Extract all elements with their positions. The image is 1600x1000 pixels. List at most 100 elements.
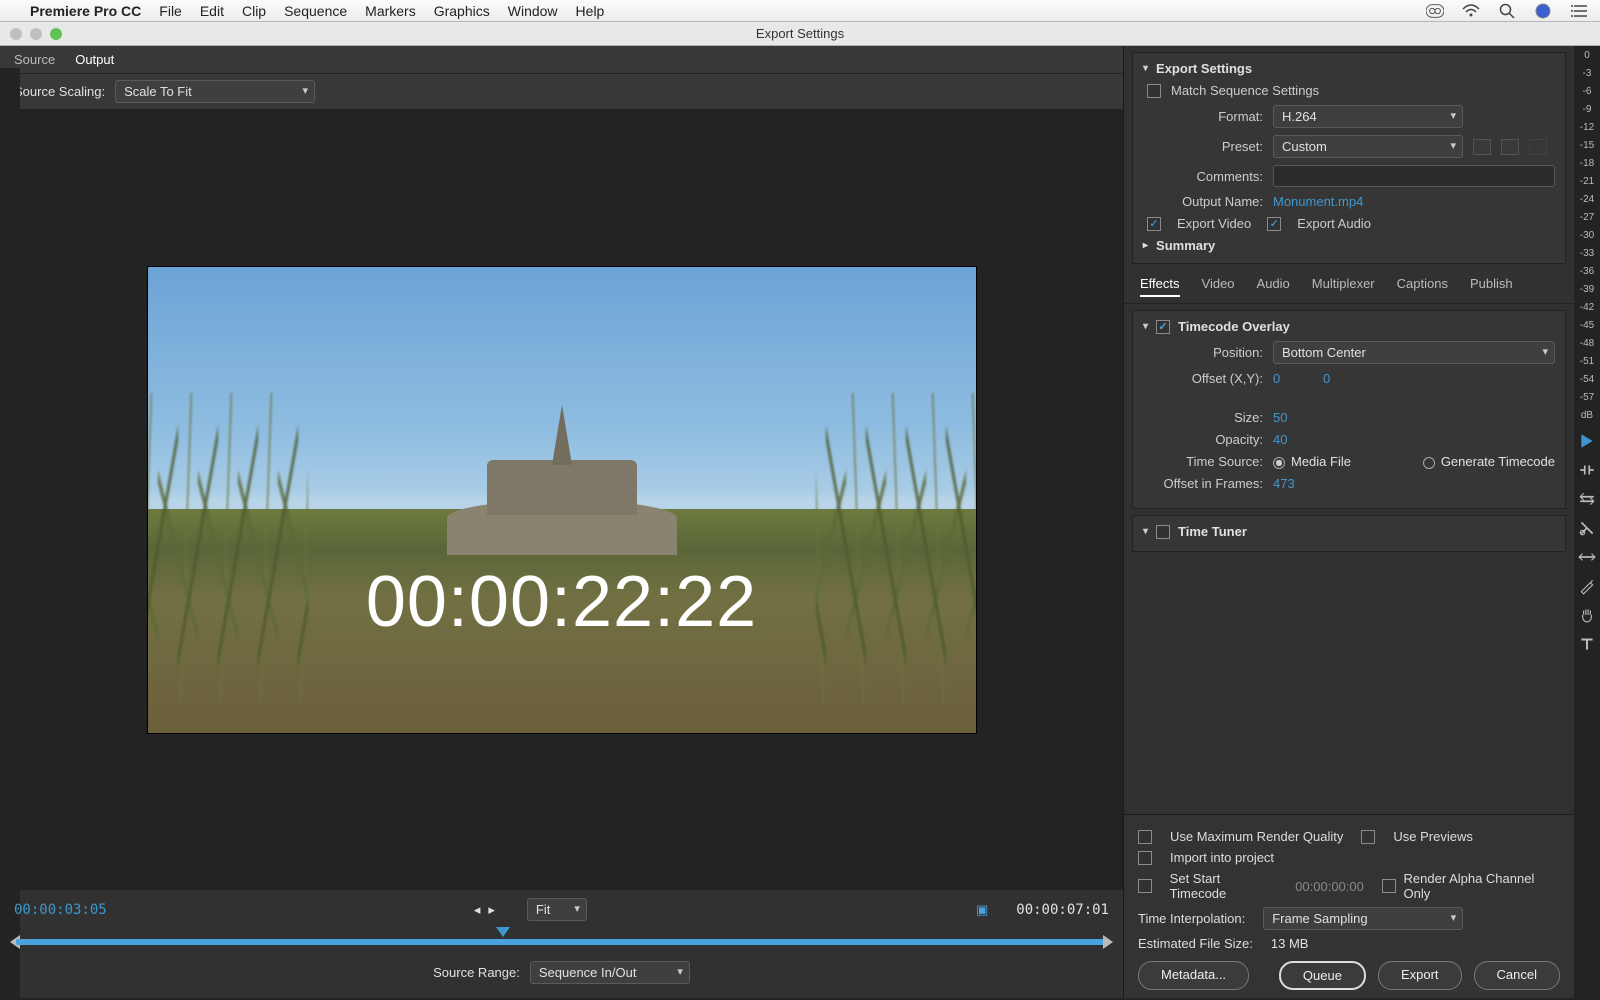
- generate-tc-radio[interactable]: [1423, 457, 1435, 469]
- summary-heading[interactable]: Summary: [1156, 238, 1215, 253]
- menu-graphics[interactable]: Graphics: [434, 3, 490, 19]
- export-button[interactable]: Export: [1378, 961, 1462, 990]
- tab-output[interactable]: Output: [75, 52, 114, 67]
- media-file-label: Media File: [1291, 454, 1351, 469]
- tab-captions[interactable]: Captions: [1397, 276, 1448, 297]
- source-range-dropdown[interactable]: Sequence In/Out: [530, 961, 690, 984]
- comments-input[interactable]: [1273, 165, 1555, 187]
- menu-help[interactable]: Help: [576, 3, 605, 19]
- source-scaling-dropdown[interactable]: Scale To Fit: [115, 80, 315, 103]
- offset-label: Offset (X,Y):: [1143, 371, 1263, 386]
- tool-pen-icon[interactable]: [1578, 577, 1596, 595]
- chevron-down-icon[interactable]: ▾: [1143, 321, 1148, 332]
- source-scaling-label: Source Scaling:: [14, 84, 105, 99]
- step-back-icon[interactable]: ◂: [474, 902, 481, 918]
- output-name-label: Output Name:: [1143, 194, 1263, 209]
- time-interpolation-dropdown[interactable]: Frame Sampling: [1263, 907, 1463, 930]
- step-forward-icon[interactable]: ▸: [488, 902, 495, 918]
- menu-edit[interactable]: Edit: [200, 3, 224, 19]
- max-quality-label: Use Maximum Render Quality: [1170, 829, 1343, 844]
- metadata-button[interactable]: Metadata...: [1138, 961, 1249, 990]
- comments-label: Comments:: [1143, 169, 1263, 184]
- import-preset-icon[interactable]: [1501, 139, 1519, 155]
- menu-markers[interactable]: Markers: [365, 3, 416, 19]
- playhead-timecode[interactable]: 00:00:03:05: [14, 902, 107, 918]
- import-project-label: Import into project: [1170, 850, 1274, 865]
- output-name-link[interactable]: Monument.mp4: [1273, 194, 1363, 209]
- zoom-fit-dropdown[interactable]: Fit: [527, 898, 587, 921]
- use-previews-label: Use Previews: [1393, 829, 1472, 844]
- start-tc-value[interactable]: 00:00:00:00: [1295, 879, 1364, 894]
- match-sequence-label: Match Sequence Settings: [1171, 83, 1319, 98]
- tool-ripple-icon[interactable]: [1578, 461, 1596, 479]
- menu-clip[interactable]: Clip: [242, 3, 266, 19]
- offset-frames-value[interactable]: 473: [1273, 476, 1313, 491]
- export-audio-label: Export Audio: [1297, 216, 1371, 231]
- tab-source[interactable]: Source: [14, 52, 55, 67]
- size-value[interactable]: 50: [1273, 410, 1313, 425]
- tab-audio[interactable]: Audio: [1257, 276, 1290, 297]
- safe-margins-icon[interactable]: ▣: [976, 902, 988, 918]
- render-alpha-checkbox[interactable]: [1382, 879, 1396, 893]
- tool-razor-icon[interactable]: [1578, 519, 1596, 537]
- import-project-checkbox[interactable]: [1138, 851, 1152, 865]
- opacity-label: Opacity:: [1143, 432, 1263, 447]
- menubar-app[interactable]: Premiere Pro CC: [30, 3, 141, 19]
- cancel-button[interactable]: Cancel: [1474, 961, 1560, 990]
- source-range-label: Source Range:: [433, 965, 520, 980]
- preset-label: Preset:: [1143, 139, 1263, 154]
- preset-dropdown[interactable]: Custom: [1273, 135, 1463, 158]
- time-tuner-checkbox[interactable]: [1156, 525, 1170, 539]
- generate-tc-label: Generate Timecode: [1441, 454, 1555, 469]
- timecode-overlay-checkbox[interactable]: [1156, 320, 1170, 334]
- preview-subject: [447, 425, 677, 555]
- export-settings-section: ▾ Export Settings Match Sequence Settings…: [1132, 52, 1566, 264]
- offset-y-value[interactable]: 0: [1323, 371, 1363, 386]
- chevron-down-icon[interactable]: ▾: [1143, 63, 1148, 74]
- est-size-label: Estimated File Size:: [1138, 936, 1253, 951]
- save-preset-icon[interactable]: [1473, 139, 1491, 155]
- timeline-scrubber[interactable]: [14, 931, 1109, 951]
- export-settings-heading: Export Settings: [1156, 61, 1252, 76]
- spotlight-icon[interactable]: [1498, 2, 1516, 20]
- time-tuner-heading: Time Tuner: [1178, 524, 1247, 539]
- cc-icon[interactable]: [1426, 2, 1444, 20]
- menu-list-icon[interactable]: [1570, 2, 1588, 20]
- tool-type-icon[interactable]: [1578, 635, 1596, 653]
- format-dropdown[interactable]: H.264: [1273, 105, 1463, 128]
- menu-window[interactable]: Window: [508, 3, 558, 19]
- tool-hand-icon[interactable]: [1578, 606, 1596, 624]
- wifi-icon[interactable]: [1462, 2, 1480, 20]
- tab-effects[interactable]: Effects: [1140, 276, 1180, 297]
- queue-button[interactable]: Queue: [1279, 961, 1366, 990]
- offset-frames-label: Offset in Frames:: [1143, 476, 1263, 491]
- chevron-down-icon[interactable]: ▾: [1143, 526, 1148, 537]
- set-start-tc-label: Set Start Timecode: [1170, 871, 1278, 901]
- tool-slide-icon[interactable]: [1578, 548, 1596, 566]
- use-previews-checkbox[interactable]: [1361, 830, 1375, 844]
- window-titlebar: Export Settings: [0, 22, 1600, 46]
- siri-icon[interactable]: [1534, 2, 1552, 20]
- tab-publish[interactable]: Publish: [1470, 276, 1513, 297]
- match-sequence-checkbox[interactable]: [1147, 84, 1161, 98]
- tool-slip-icon[interactable]: [1578, 490, 1596, 508]
- position-dropdown[interactable]: Bottom Center: [1273, 341, 1555, 364]
- menu-sequence[interactable]: Sequence: [284, 3, 347, 19]
- set-start-tc-checkbox[interactable]: [1138, 879, 1152, 893]
- preview-tabs: Source Output: [0, 46, 1123, 74]
- export-audio-checkbox[interactable]: [1267, 217, 1281, 231]
- menu-file[interactable]: File: [159, 3, 182, 19]
- timecode-overlay-heading: Timecode Overlay: [1178, 319, 1290, 334]
- playhead-icon[interactable]: [496, 927, 510, 937]
- offset-x-value[interactable]: 0: [1273, 371, 1313, 386]
- tab-multiplexer[interactable]: Multiplexer: [1312, 276, 1375, 297]
- export-video-checkbox[interactable]: [1147, 217, 1161, 231]
- media-file-radio[interactable]: [1273, 457, 1285, 469]
- tab-video[interactable]: Video: [1202, 276, 1235, 297]
- opacity-value[interactable]: 40: [1273, 432, 1313, 447]
- delete-preset-icon[interactable]: [1529, 139, 1547, 155]
- export-footer: Use Maximum Render Quality Use Previews …: [1124, 814, 1574, 998]
- max-quality-checkbox[interactable]: [1138, 830, 1152, 844]
- tool-play-icon[interactable]: [1578, 432, 1596, 450]
- chevron-right-icon[interactable]: ▾: [1140, 243, 1151, 248]
